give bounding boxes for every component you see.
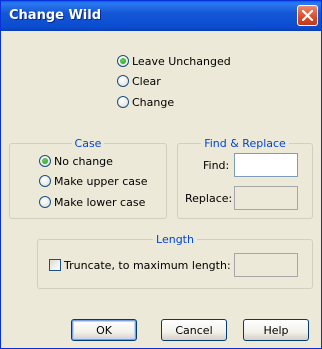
- radio-indicator[interactable]: [39, 175, 51, 187]
- title-bar[interactable]: Change Wild: [1, 1, 321, 31]
- cancel-button[interactable]: Cancel: [161, 319, 227, 341]
- radio-indicator[interactable]: [117, 75, 129, 87]
- radio-make-lower-case[interactable]: Make lower case: [39, 194, 145, 210]
- help-button[interactable]: Help: [243, 319, 309, 341]
- radio-no-change[interactable]: No change: [39, 153, 113, 169]
- radio-label: No change: [54, 154, 113, 168]
- case-group-legend: Case: [74, 137, 102, 150]
- radio-label: Make lower case: [54, 195, 146, 209]
- dialog-title: Change Wild: [9, 8, 102, 23]
- radio-indicator[interactable]: [117, 55, 129, 67]
- truncate-checkbox-row[interactable]: Truncate, to maximum length:: [49, 257, 231, 273]
- radio-label: Leave Unchanged: [132, 54, 231, 68]
- radio-label: Change: [132, 95, 175, 109]
- close-icon: [302, 10, 313, 21]
- dialog-body: Leave Unchanged Clear Change Case No cha…: [1, 31, 321, 348]
- truncate-label: Truncate, to maximum length:: [64, 258, 231, 272]
- find-label: Find:: [203, 159, 230, 172]
- close-button[interactable]: [297, 5, 318, 26]
- radio-make-upper-case[interactable]: Make upper case: [39, 173, 147, 189]
- radio-leave-unchanged[interactable]: Leave Unchanged: [117, 53, 231, 69]
- radio-label: Make upper case: [54, 174, 148, 188]
- radio-indicator[interactable]: [39, 155, 51, 167]
- replace-label: Replace:: [185, 192, 233, 205]
- find-replace-legend: Find & Replace: [204, 137, 286, 150]
- truncate-checkbox[interactable]: [49, 259, 61, 271]
- max-length-field[interactable]: [234, 253, 298, 277]
- find-field[interactable]: [234, 153, 298, 177]
- radio-indicator[interactable]: [39, 196, 51, 208]
- replace-field[interactable]: [234, 186, 298, 210]
- ok-button[interactable]: OK: [71, 319, 137, 341]
- change-wild-dialog: Change Wild Leave Unchanged Clear Change…: [0, 0, 322, 349]
- length-group-legend: Length: [156, 233, 194, 246]
- radio-change[interactable]: Change: [117, 94, 174, 110]
- radio-indicator[interactable]: [117, 96, 129, 108]
- radio-label: Clear: [132, 74, 161, 88]
- radio-clear[interactable]: Clear: [117, 73, 161, 89]
